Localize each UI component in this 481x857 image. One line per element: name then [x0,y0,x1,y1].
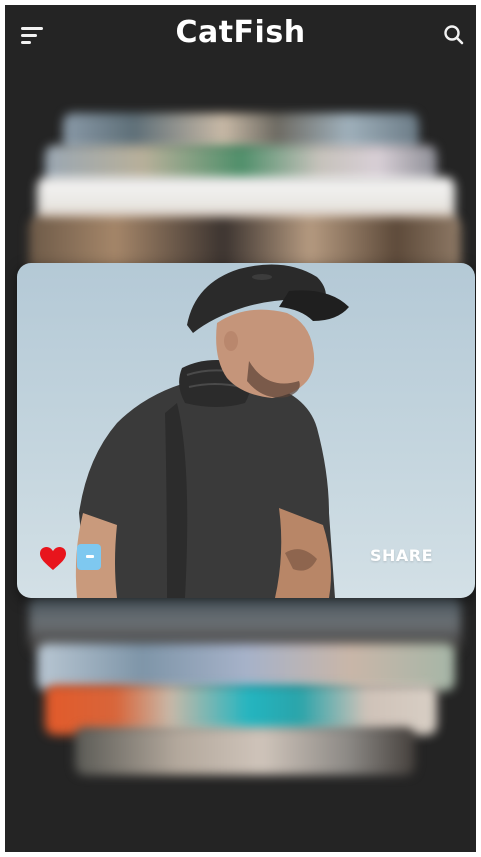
profile-card[interactable]: SHARE [17,263,475,598]
chat-icon-mark [86,555,94,558]
heart-icon[interactable] [39,546,67,572]
app-title: CatFish [175,15,306,50]
search-icon-graphic [444,25,464,45]
share-button[interactable]: SHARE [370,546,433,565]
app-screen: CatFish SHARE [5,5,476,852]
stacked-card-blurred[interactable] [75,727,415,775]
chat-icon[interactable] [77,544,101,570]
heart-icon-graphic [40,547,66,570]
search-icon[interactable] [442,23,466,47]
top-bar: CatFish [5,5,476,69]
stacked-card-blurred[interactable] [37,643,455,691]
